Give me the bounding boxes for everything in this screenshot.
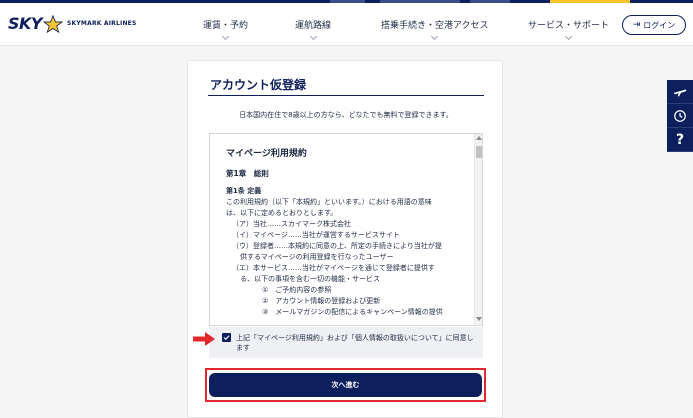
side-tab-help[interactable]: ? xyxy=(667,128,693,152)
agree-label: 上記「マイページ利用規約」および「個人情報の取扱いについて」に同意します xyxy=(236,334,474,352)
side-floating-tabs: ? xyxy=(667,80,693,152)
terms-article: 第1条 定義 xyxy=(226,187,262,195)
terms-list-item: る、以下の事項を含む一切の機能・サービス xyxy=(240,275,380,283)
agree-checkbox[interactable] xyxy=(222,333,231,342)
chevron-down-icon xyxy=(431,32,439,41)
terms-list-item: （ウ）登録者……本規約に同意の上、所定の手続きにより当社が提 xyxy=(232,242,442,250)
chevron-down-icon xyxy=(309,32,317,41)
question-icon: ? xyxy=(675,131,685,148)
chevron-down-icon xyxy=(564,32,573,41)
terms-list-item: ③ メールマガジンの配信によるキャンペーン情報の提供 xyxy=(262,308,443,316)
title-divider xyxy=(208,95,484,96)
terms-paragraph-line: この利用規約（以下「本規約」といいます。）における用語の意味 xyxy=(226,198,432,206)
logo-sky-text: SKY xyxy=(8,14,43,33)
terms-scroll-box[interactable]: マイページ利用規約 第1章 総則 第1条 定義 この利用規約（以下「本規約」とい… xyxy=(209,133,483,326)
skymark-logo[interactable]: SKY SKYMARK AIRLINES xyxy=(8,14,137,33)
registration-card: アカウント仮登録 日本国内在住で8歳以上の方なら、どなたでも無料で登録できます。… xyxy=(187,60,503,418)
terms-content: マイページ利用規約 第1章 総則 第1条 定義 この利用規約（以下「本規約」とい… xyxy=(226,149,466,318)
star-icon xyxy=(43,14,64,33)
clock-icon xyxy=(674,109,686,122)
site-header: SKY SKYMARK AIRLINES 運賃・予約 運航路線 搭乗手続き・空港… xyxy=(0,3,693,46)
logo-airlines-text: SKYMARK AIRLINES xyxy=(67,20,137,27)
terms-heading: マイページ利用規約 xyxy=(226,149,307,159)
terms-list-item: 供するマイページの利用登録を行なったユーザー xyxy=(240,253,394,261)
nav-label: 運賃・予約 xyxy=(203,21,249,31)
nav-routes[interactable]: 運航路線 xyxy=(295,18,332,41)
terms-scrollbar[interactable] xyxy=(474,134,482,325)
scroll-down-arrow-icon[interactable] xyxy=(476,317,482,321)
nav-checkin-access[interactable]: 搭乗手続き・空港アクセス xyxy=(381,18,489,41)
scrollbar-thumb[interactable] xyxy=(476,146,482,158)
page-subtitle: 日本国内在住で8歳以上の方なら、どなたでも無料で登録できます。 xyxy=(239,111,453,119)
page-title: アカウント仮登録 xyxy=(210,78,307,92)
nav-label: サービス・サポート xyxy=(528,21,610,31)
airplane-icon xyxy=(673,88,687,96)
login-icon: ⇥ xyxy=(632,20,641,30)
nav-service-support[interactable]: サービス・サポート xyxy=(528,18,610,41)
side-tab-flight[interactable] xyxy=(667,80,693,104)
next-button[interactable]: 次へ進む xyxy=(209,373,482,397)
login-button[interactable]: ⇥ ログイン xyxy=(622,15,686,35)
nav-fares-booking[interactable]: 運賃・予約 xyxy=(203,18,249,41)
side-tab-status[interactable] xyxy=(667,104,693,128)
terms-paragraph-line: は、以下に定めるとおりとします。 xyxy=(226,209,338,217)
terms-chapter: 第1章 総則 xyxy=(226,169,269,178)
terms-list-item: ① ご予約内容の参照 xyxy=(262,286,332,294)
scroll-up-arrow-icon[interactable] xyxy=(476,136,482,140)
login-label: ログイン xyxy=(643,20,676,30)
nav-label: 運航路線 xyxy=(295,21,332,31)
terms-list-item: （ア）当社……スカイマーク株式会社 xyxy=(232,220,351,228)
agree-row: 上記「マイページ利用規約」および「個人情報の取扱いについて」に同意します xyxy=(209,327,483,358)
nav-label: 搭乗手続き・空港アクセス xyxy=(381,21,489,31)
terms-list-item: ② アカウント情報の登録および更新 xyxy=(262,297,381,305)
terms-list-item: （イ）マイページ……当社が運営するサービスサイト xyxy=(232,231,400,239)
chevron-down-icon xyxy=(221,32,230,41)
checkmark-icon xyxy=(223,335,230,341)
terms-list-item: （エ）本サービス……当社がマイページを通じて登録者に提供す xyxy=(232,264,435,272)
red-arrow-annotation-icon xyxy=(193,332,215,346)
